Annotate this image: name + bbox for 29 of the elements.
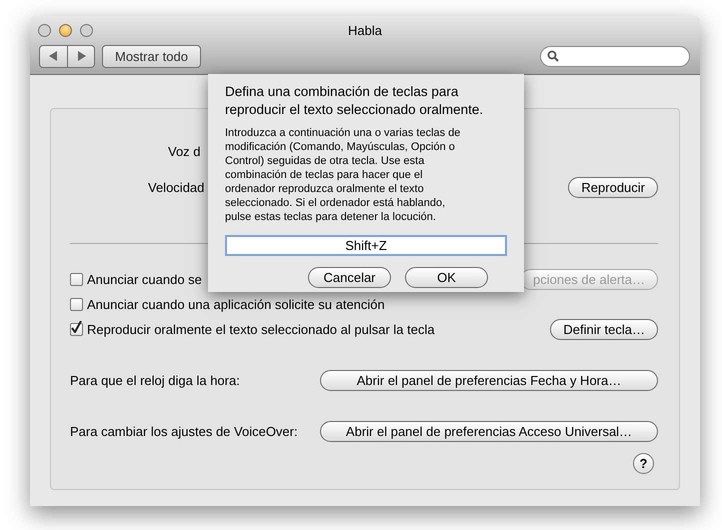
checkbox-label: Anunciar cuando una aplicación solicite su atención — [87, 296, 385, 312]
rate-label: Velocidad — [148, 180, 204, 194]
right-triangle-icon — [76, 51, 86, 61]
help-button[interactable]: ? — [633, 453, 654, 474]
checkbox[interactable] — [70, 298, 83, 310]
left-triangle-icon — [49, 51, 58, 61]
dialog-button[interactable]: OK — [405, 267, 488, 288]
play-button[interactable]: Reproducir — [568, 176, 658, 198]
close-icon[interactable] — [38, 24, 51, 36]
sheet-title: Defina una combinación de teclas para reproducir el texto seleccionado oralmente. — [225, 83, 484, 119]
show-all-button[interactable]: Mostrar todo — [102, 44, 201, 68]
voice-label: Voz d — [168, 144, 201, 158]
checkbox-label: Reproducir oralmente el texto seleccionado al pulsar la tecla — [87, 322, 435, 336]
sheet-message: Introduzca a continuación una o varias teclas de modificación (Comando, Mayúsculas, Opción o Control) seguidas de otra tecla. Use esta combinación de teclas para hacer que el ordenador reproduzca oralmente el texto seleccionado. Si el ordenador está hablando, pulse estas teclas para detener la locución. — [225, 126, 462, 224]
setting-label: Para cambiar los ajustes de VoiceOver: — [70, 424, 298, 438]
window-title: Habla — [348, 22, 382, 38]
minimize-icon[interactable] — [59, 24, 72, 36]
shortcut-field[interactable]: Shift+Z — [225, 235, 507, 256]
define-key-button[interactable]: Definir tecla… — [550, 318, 658, 340]
checkbox[interactable] — [70, 272, 83, 286]
checkbox[interactable] — [70, 322, 83, 336]
checkbox-label: Anunciar cuando se — [87, 272, 202, 286]
search-field[interactable] — [540, 46, 690, 66]
zoom-icon[interactable] — [80, 24, 93, 36]
search-icon — [547, 50, 559, 62]
open-preferences-button[interactable]: Abrir el panel de preferencias Fecha y Hora… — [320, 370, 658, 390]
setting-label: Para que el reloj diga la hora: — [70, 372, 240, 388]
open-preferences-button[interactable]: Abrir el panel de preferencias Acceso Universal… — [320, 420, 658, 442]
dialog-button[interactable]: Cancelar — [308, 267, 391, 288]
